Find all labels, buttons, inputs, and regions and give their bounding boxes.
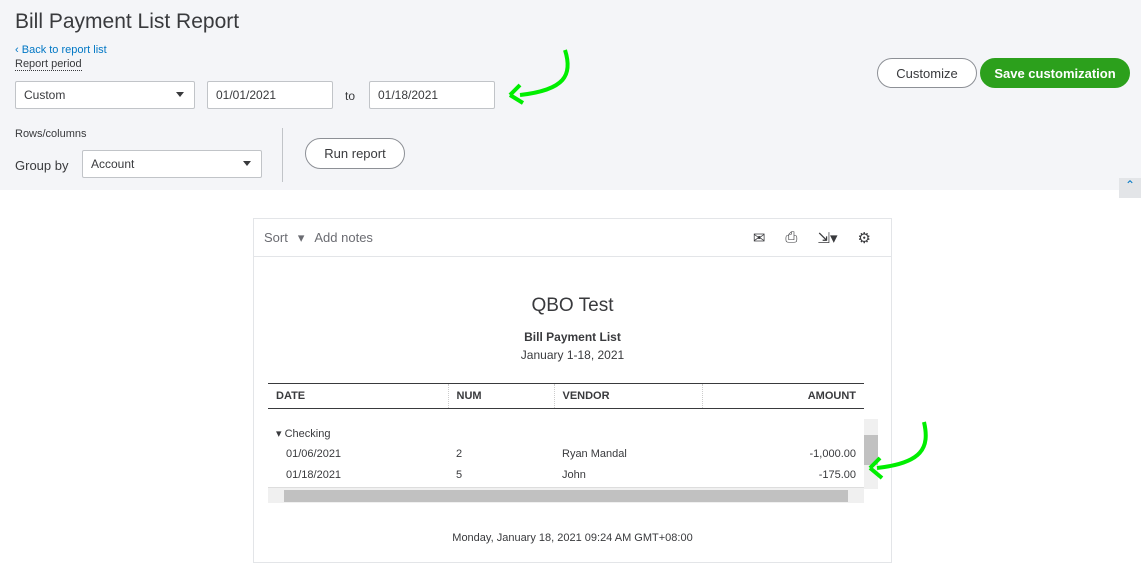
report-footer-timestamp: Monday, January 18, 2021 09:24 AM GMT+08… [452,532,693,544]
group-by-label: Group by [15,158,69,173]
report-header: Bill Payment List Report ‹ Back to repor… [0,0,1141,190]
col-amount[interactable]: AMOUNT [701,383,864,409]
group-by-select[interactable]: Account [82,150,262,178]
start-date-input[interactable]: 01/01/2021 [207,81,333,109]
gear-icon[interactable]: ⚙ [858,229,871,247]
col-num[interactable]: NUM [447,383,554,409]
sort-button[interactable]: Sort ▾ [264,230,304,246]
company-name: QBO Test [531,295,614,316]
report-name: Bill Payment List [524,330,621,344]
cell-num: 5 [456,469,463,481]
col-vendor[interactable]: VENDOR [553,383,702,409]
page-title: Bill Payment List Report [15,10,240,33]
cell-amount: -175.00 [818,469,856,481]
rows-columns-label: Rows/columns [15,128,87,140]
divider [282,128,283,182]
cell-vendor: Ryan Mandal [562,448,627,460]
customize-button[interactable]: Customize [877,58,977,88]
report-range: January 1-18, 2021 [520,348,625,362]
back-to-report-list-link[interactable]: ‹ Back to report list [15,44,107,56]
cell-date: 01/06/2021 [286,448,342,460]
collapse-header-button[interactable]: ⌃ [1119,178,1141,198]
chevron-down-icon [176,92,184,97]
email-icon[interactable]: ✉ [753,229,766,247]
print-icon[interactable]: ⎙ [785,229,797,247]
back-label: Back to report list [21,44,107,56]
report-period-select[interactable]: Custom [15,81,195,109]
cell-date: 01/18/2021 [286,469,342,481]
to-label: to [345,89,356,103]
save-customization-button[interactable]: Save customization [980,58,1130,88]
report-period-label: Report period [15,58,82,71]
horizontal-scrollbar[interactable] [268,487,864,503]
annotation-arrow [868,421,928,480]
report-card: Sort ▾ Add notes ✉ ⎙ ⇲▾ ⚙ QBO Test Bill Paym… [253,218,892,563]
report-table: DATE NUM VENDOR AMOUNT ▾ Checking 01/06/202… [268,383,864,486]
report-toolbar: Sort ▾ Add notes ✉ ⎙ ⇲▾ ⚙ [254,219,891,257]
cell-amount: -1,000.00 [809,448,856,460]
export-icon[interactable]: ⇲▾ [817,229,837,247]
period-value: Custom [24,88,66,102]
table-row[interactable]: 01/06/2021 2 Ryan Mandal -1,000.00 [268,444,864,465]
cell-num: 2 [456,448,463,460]
annotation-arrow [508,49,570,105]
add-notes-button[interactable]: Add notes [314,230,373,245]
sort-label: Sort [264,229,288,245]
col-date[interactable]: DATE [268,383,448,409]
run-report-button[interactable]: Run report [305,138,405,169]
group-by-value: Account [91,157,135,171]
table-row[interactable]: 01/18/2021 5 John -175.00 [268,465,864,486]
cell-vendor: John [562,469,586,481]
end-date-input[interactable]: 01/18/2021 [369,81,495,109]
group-label: Checking [284,427,331,440]
group-row[interactable]: ▾ Checking [268,423,864,444]
chevron-down-icon [243,161,251,166]
